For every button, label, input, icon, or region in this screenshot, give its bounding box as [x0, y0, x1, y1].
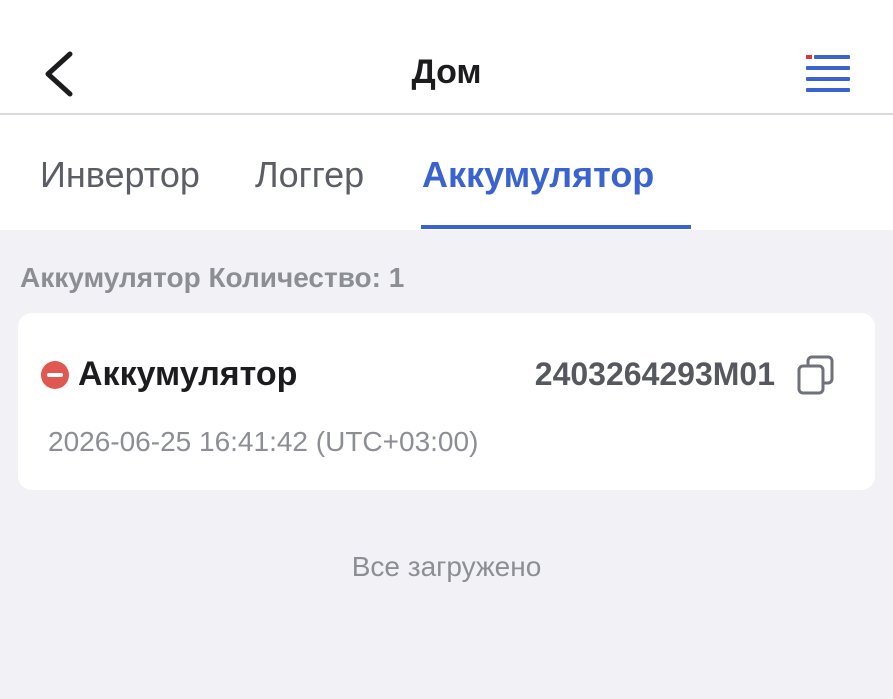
all-loaded-text: Все загружено — [351, 551, 542, 582]
tab-battery[interactable]: Аккумулятор — [422, 153, 654, 197]
device-name: Аккумулятор — [78, 355, 298, 393]
serial-number: 2403264293M01 — [534, 356, 775, 392]
minus-circle-icon — [41, 361, 69, 389]
copy-button[interactable] — [794, 353, 838, 397]
device-count-label: Аккумулятор Количество: 1 — [20, 262, 405, 293]
last-update-timestamp: 2026-06-25 16:41:42 (UTC+03:00) — [48, 426, 479, 457]
tab-inverter[interactable]: Инвертор — [40, 153, 200, 197]
page-title: Дом — [411, 53, 482, 91]
copy-icon — [797, 355, 834, 395]
menu-list-icon — [806, 55, 850, 92]
top-bar: Дом — [0, 0, 893, 115]
list-item[interactable]: Аккумулятор 2403264293M01 2026-06-25 16:… — [18, 313, 875, 490]
tab-bar: Инвертор Логгер Аккумулятор — [0, 115, 893, 230]
menu-button[interactable] — [804, 53, 852, 93]
active-tab-indicator — [421, 225, 691, 229]
tab-logger[interactable]: Логгер — [255, 153, 364, 197]
